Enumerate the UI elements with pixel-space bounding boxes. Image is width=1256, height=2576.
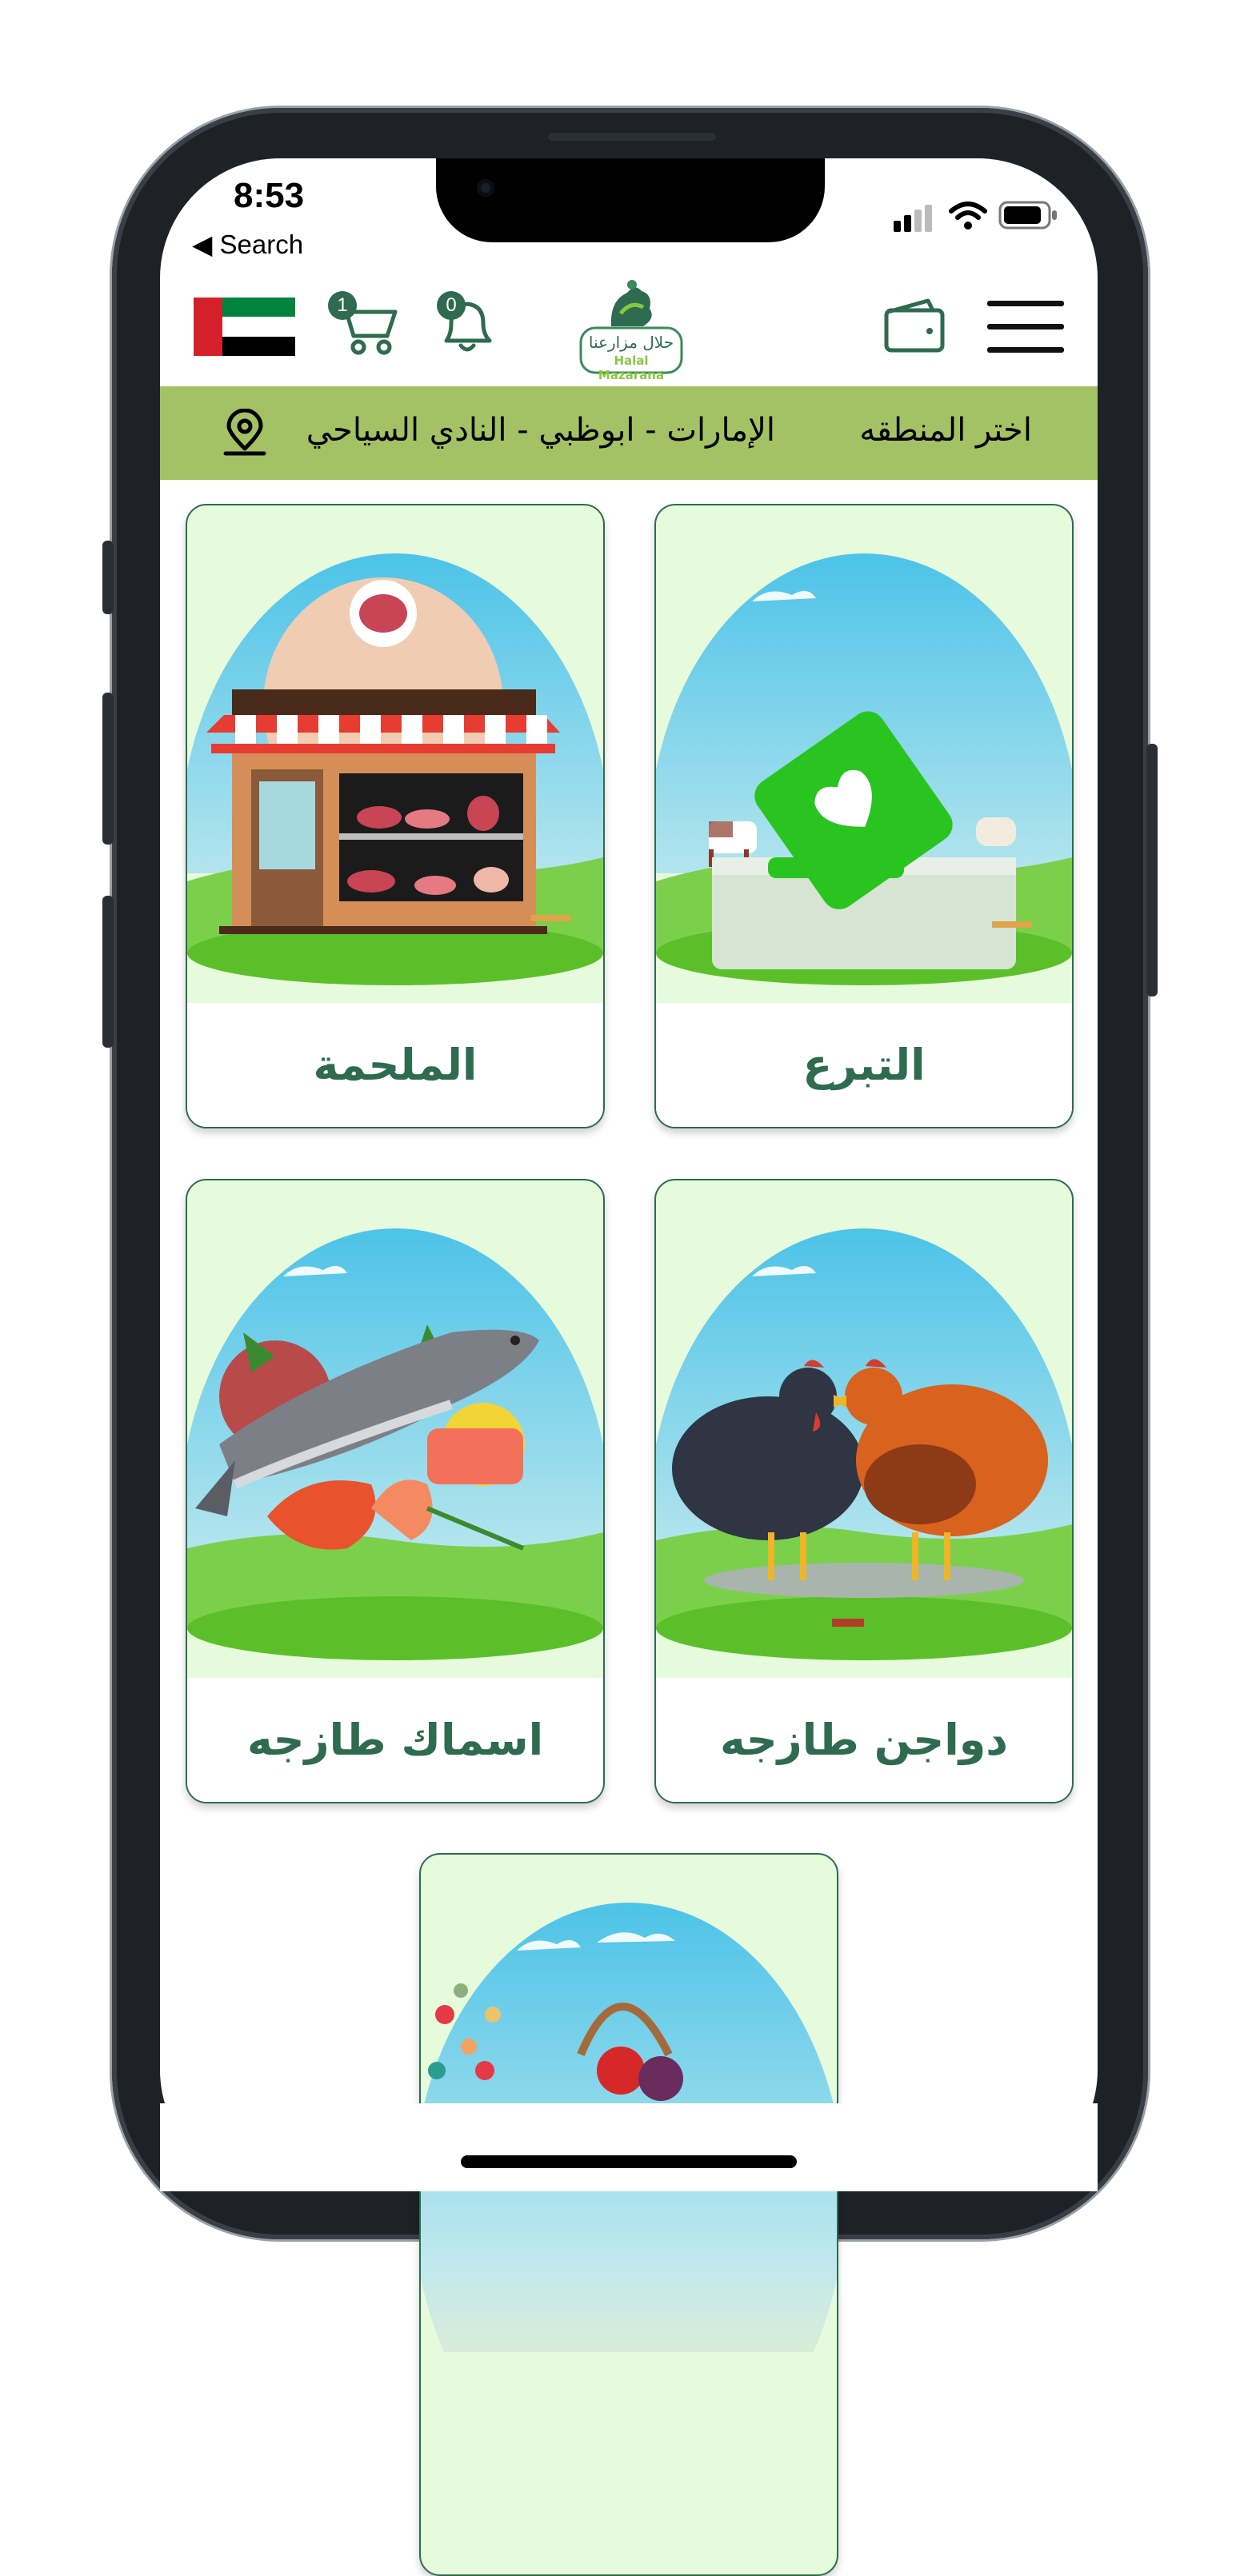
menu-icon[interactable] [987, 299, 1064, 355]
battery-icon [998, 201, 1057, 230]
volume-down-button [102, 896, 114, 1048]
category-label: الملحمة [313, 1040, 478, 1090]
region-select-label[interactable]: اختر المنطقه [859, 412, 1032, 449]
wallet-icon[interactable] [883, 298, 946, 353]
butcher-shop-illustration [187, 553, 603, 1003]
notifications-button[interactable]: 0 [434, 290, 498, 357]
logo-text-english: Halal Mazarana [598, 353, 665, 382]
category-card-vegetables[interactable] [419, 1853, 838, 2576]
back-to-search-link[interactable]: ◀ Search [192, 229, 303, 260]
volume-up-button [102, 693, 114, 845]
category-label-area: التبرع [656, 1003, 1072, 1127]
silent-switch [102, 541, 114, 614]
front-camera [477, 179, 494, 197]
wifi-icon [949, 202, 987, 230]
category-label-area: الملحمة [187, 1003, 603, 1127]
category-label: دواجن طازجه [720, 1715, 1008, 1765]
cart-count-badge: 1 [328, 291, 357, 320]
status-time: 8:53 [234, 176, 305, 215]
cart-button[interactable]: 1 [326, 290, 400, 357]
app-logo[interactable]: حلال مزارعنا Halal Mazarana [579, 277, 683, 382]
screen-bottom-area [160, 2103, 1098, 2191]
notch [436, 158, 825, 242]
category-label: التبرع [802, 1040, 926, 1090]
category-label: اسماك طازجه [246, 1715, 544, 1765]
category-label-area: دواجن طازجه [656, 1678, 1072, 1802]
home-indicator[interactable] [461, 2155, 797, 2168]
signal-icon [894, 205, 935, 232]
category-card-donation[interactable]: التبرع [654, 504, 1074, 1128]
location-pin-icon [223, 409, 266, 456]
category-card-fish[interactable]: اسماك طازجه [186, 1179, 605, 1803]
donation-illustration [656, 553, 1072, 1003]
poultry-illustration [656, 1228, 1072, 1678]
logo-text-arabic: حلال مزارعنا [588, 333, 674, 352]
power-button [1146, 744, 1158, 996]
category-card-butcher[interactable]: الملحمة [186, 504, 605, 1128]
region-current-value[interactable]: الإمارات - ابوظبي - النادي السياحي [306, 412, 775, 449]
uae-flag-icon[interactable] [194, 298, 295, 356]
notification-count-badge: 0 [437, 291, 466, 320]
category-card-poultry[interactable]: دواجن طازجه [654, 1179, 1074, 1803]
earpiece-speaker [548, 133, 716, 141]
category-label-area: اسماك طازجه [187, 1678, 603, 1802]
seafood-illustration [187, 1228, 603, 1678]
